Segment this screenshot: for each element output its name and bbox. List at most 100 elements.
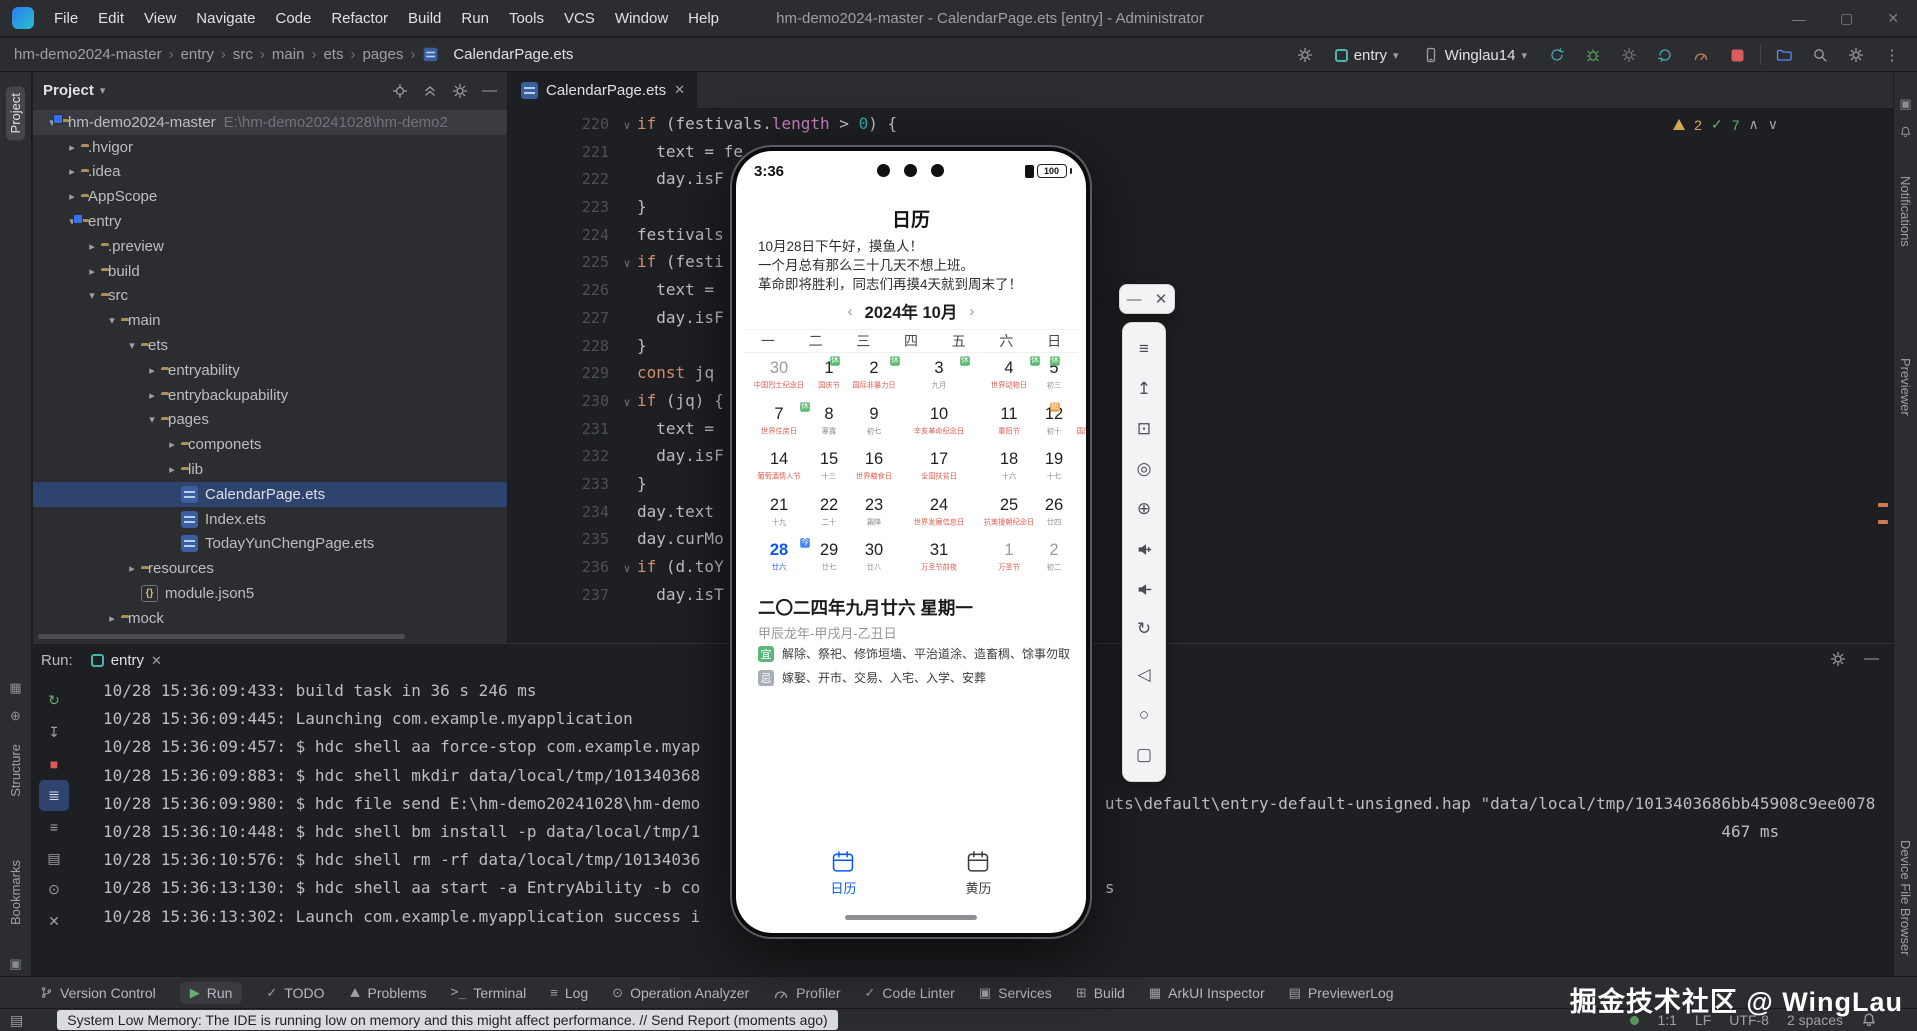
breadcrumb-item[interactable]: hm-demo2024-master <box>14 46 162 63</box>
toolwindow-terminal[interactable]: >_Terminal <box>451 985 527 1001</box>
chevron-right-icon[interactable]: ▸ <box>143 364 161 377</box>
day-cell-21[interactable]: 21十九 <box>744 491 814 537</box>
tree-item-todayyunchengpage-ets[interactable]: TodayYunChengPage.ets <box>33 532 507 557</box>
scroll-down-button[interactable]: ↧ <box>39 717 69 749</box>
day-cell-18[interactable]: 18十六 <box>974 445 1044 491</box>
menu-vcs[interactable]: VCS <box>554 6 605 31</box>
tree-item-lib[interactable]: ▸lib <box>33 457 507 482</box>
scroll-top-icon[interactable]: ↥ <box>1123 369 1165 409</box>
previewer-minimize-button[interactable]: — <box>1127 291 1142 308</box>
chevron-right-icon[interactable]: ▸ <box>63 141 81 154</box>
next-month-button[interactable]: › <box>969 303 974 320</box>
toolwindow-version-control[interactable]: Version Control <box>40 985 156 1001</box>
toolwindow-build[interactable]: ⊞Build <box>1076 985 1125 1001</box>
breadcrumb-item[interactable]: ets <box>323 46 343 63</box>
chevron-right-icon[interactable]: ▸ <box>123 562 141 575</box>
home-indicator[interactable] <box>845 915 977 920</box>
day-cell-4[interactable]: 休4世界动物日 <box>974 354 1044 400</box>
chevron-right-icon[interactable]: ▸ <box>163 463 181 476</box>
tree-item-mock[interactable]: ▸mock <box>33 606 507 631</box>
toolwindow-services[interactable]: ▣Services <box>979 985 1052 1001</box>
stripe-bookmarks[interactable]: Bookmarks <box>0 860 31 925</box>
pin-button[interactable]: ⊙ <box>39 874 69 906</box>
tree-item-index-ets[interactable]: Index.ets <box>33 507 507 532</box>
tree-item-calendarpage-ets[interactable]: CalendarPage.ets <box>33 482 507 507</box>
soft-wrap-button[interactable]: ≣ <box>39 780 69 812</box>
day-cell-25[interactable]: 25抗美援朝纪念日 <box>974 491 1044 537</box>
run-settings-button[interactable] <box>1830 650 1846 667</box>
locate-button[interactable] <box>392 82 408 99</box>
volume-up-icon[interactable] <box>1123 529 1165 569</box>
editor-scrollbar[interactable] <box>1877 116 1889 708</box>
toolwindow-run[interactable]: ▶Run <box>180 982 243 1004</box>
tree-item--preview[interactable]: ▸.preview <box>33 234 507 259</box>
fold-icon[interactable]: ∨ <box>617 250 637 278</box>
back-icon[interactable]: ◁ <box>1123 655 1165 695</box>
day-cell-14[interactable]: 14葡萄酒情人节 <box>744 445 814 491</box>
breadcrumb-item[interactable]: pages <box>362 46 403 63</box>
phone-tab-黄历[interactable]: 黄历 <box>965 843 991 911</box>
prev-month-button[interactable]: ‹ <box>848 303 853 320</box>
stripe-structure[interactable]: Structure <box>0 744 31 797</box>
rerun-button[interactable]: ↻ <box>39 685 69 717</box>
chevron-right-icon[interactable]: ▸ <box>83 240 101 253</box>
home-icon[interactable]: ○ <box>1123 695 1165 735</box>
day-cell-11[interactable]: 11重阳节 <box>974 400 1044 446</box>
breadcrumb-item[interactable]: main <box>272 46 305 63</box>
recents-icon[interactable]: ▢ <box>1123 735 1165 775</box>
zoom-icon[interactable]: ⊕ <box>1123 489 1165 529</box>
close-window-button[interactable]: ✕ <box>1887 10 1899 27</box>
tree-item-entry[interactable]: ▾entry <box>33 209 507 234</box>
phone-tab-日历[interactable]: 日历 <box>830 843 856 911</box>
tree-item-pages[interactable]: ▾pages <box>33 408 507 433</box>
day-cell-15[interactable]: 15十三 <box>814 445 844 491</box>
fold-icon[interactable]: ∨ <box>617 389 637 417</box>
tree-item-resources[interactable]: ▸resources <box>33 556 507 581</box>
prev-problem-icon[interactable]: ∧ <box>1749 116 1759 133</box>
status-message[interactable]: System Low Memory: The IDE is running lo… <box>57 1010 837 1030</box>
chevron-down-icon[interactable]: ▾ <box>103 314 121 327</box>
toolwindow-log[interactable]: ≡Log <box>550 985 588 1001</box>
profiler-button[interactable] <box>1688 42 1714 68</box>
clear-button[interactable]: ✕ <box>39 906 69 938</box>
breadcrumb-item[interactable]: CalendarPage.ets <box>453 46 573 63</box>
editor-tab-calendarpage[interactable]: CalendarPage.ets ✕ <box>509 72 697 108</box>
day-cell-8[interactable]: 8寒露 <box>814 400 844 446</box>
day-cell-17[interactable]: 17全国扶贫日 <box>904 445 974 491</box>
tree-item-ets[interactable]: ▾ets <box>33 333 507 358</box>
more-button[interactable]: ⋮ <box>1879 42 1905 68</box>
day-cell-26[interactable]: 26廿四 <box>1044 491 1064 537</box>
tree-item-componets[interactable]: ▸componets <box>33 432 507 457</box>
chevron-right-icon[interactable]: ▸ <box>83 265 101 278</box>
day-cell-30[interactable]: 30廿八 <box>844 536 904 582</box>
next-problem-icon[interactable]: ∨ <box>1768 116 1778 133</box>
commit-icon[interactable]: ⊕ <box>0 708 31 724</box>
hide-run-panel-button[interactable]: — <box>1864 650 1879 667</box>
terminal-stripe-icon[interactable]: ▣ <box>0 956 31 972</box>
maximize-window-button[interactable]: ▢ <box>1840 10 1853 27</box>
bell-icon[interactable] <box>1894 124 1917 143</box>
chevron-right-icon[interactable]: ▸ <box>103 612 121 625</box>
fold-icon[interactable]: ∨ <box>617 112 637 140</box>
chevron-down-icon[interactable]: ▾ <box>123 339 141 352</box>
menu-view[interactable]: View <box>134 6 186 31</box>
tree-item-main[interactable]: ▾main <box>33 308 507 333</box>
tree-item--hvigor[interactable]: ▸.hvigor <box>33 135 507 160</box>
toolwindow-code-linter[interactable]: ✓Code Linter <box>865 985 955 1001</box>
device-file-browser-button[interactable] <box>1771 42 1797 68</box>
run-tab-entry[interactable]: entry ✕ <box>83 649 170 672</box>
day-cell-22[interactable]: 22二十 <box>814 491 844 537</box>
device-selector[interactable]: Winglau14▾ <box>1416 44 1534 67</box>
day-cell-24[interactable]: 24世界发展信息日 <box>904 491 974 537</box>
code-area[interactable]: 220∨if (festivals.length > 0) {221 text … <box>509 110 1867 643</box>
day-cell-2[interactable]: 2初二 <box>1044 536 1064 582</box>
hvigor-icon[interactable]: ▣ <box>1894 96 1917 112</box>
stop-button[interactable]: ■ <box>39 748 69 780</box>
stripe-device-file-browser[interactable]: Device File Browser <box>1894 840 1917 956</box>
attach-debugger-button[interactable] <box>1616 42 1642 68</box>
day-cell-9[interactable]: 9初七 <box>844 400 904 446</box>
toolwindow-previewerlog[interactable]: ▤PreviewerLog <box>1289 985 1394 1001</box>
fold-icon[interactable]: ∨ <box>617 555 637 583</box>
debug-button[interactable] <box>1580 42 1606 68</box>
menu-build[interactable]: Build <box>398 6 451 31</box>
